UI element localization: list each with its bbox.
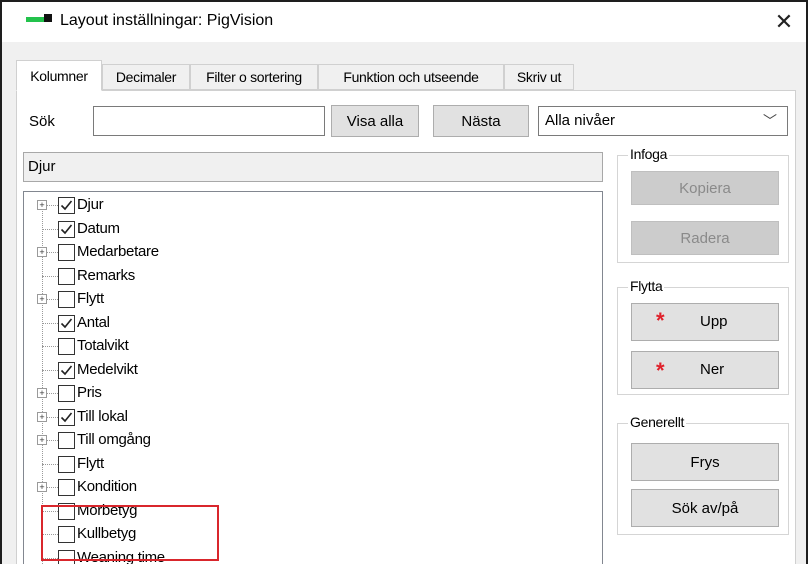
- item-checkbox[interactable]: [58, 408, 75, 426]
- insert-group-title: Infoga: [628, 146, 670, 162]
- item-checkbox[interactable]: [58, 291, 75, 308]
- move-group-title: Flytta: [628, 278, 665, 294]
- move-up-label: Upp: [700, 313, 728, 330]
- tree-item-label: Totalvikt: [77, 337, 129, 354]
- pigvision-app-icon: [26, 14, 52, 26]
- expand-plus-icon[interactable]: +: [37, 247, 47, 257]
- item-checkbox[interactable]: [58, 338, 75, 355]
- general-group-title: Generellt: [628, 414, 687, 430]
- tree-item[interactable]: Totalvikt: [24, 335, 602, 358]
- tree-item[interactable]: Flytt: [24, 453, 602, 476]
- tree-item-label: Remarks: [77, 266, 135, 284]
- checkmark-icon: [60, 317, 73, 328]
- checkmark-icon: [60, 200, 73, 211]
- item-checkbox[interactable]: [58, 361, 75, 379]
- tree-item-label: Flytt: [77, 454, 104, 472]
- tab-funktion-utseende[interactable]: Funktion och utseende: [318, 64, 504, 90]
- tree-item[interactable]: + Djur: [24, 194, 602, 217]
- tree-item-label: Antal: [77, 313, 110, 331]
- item-checkbox[interactable]: [58, 385, 75, 402]
- tree-item-label: Medelvikt: [77, 360, 138, 378]
- tree-item[interactable]: + Till lokal: [24, 406, 602, 429]
- dialog-window: Layout inställningar: PigVision ✕ Kolumn…: [0, 0, 808, 564]
- tree-item-label: Djur: [77, 196, 104, 213]
- move-down-button[interactable]: * Ner: [631, 351, 779, 389]
- selected-path-display: Djur: [23, 152, 603, 182]
- level-select-value: Alla nivåer: [545, 112, 616, 129]
- search-label: Sök: [29, 113, 55, 130]
- search-input[interactable]: [93, 106, 325, 136]
- chevron-down-icon: ﹀: [763, 113, 777, 129]
- item-checkbox[interactable]: [58, 244, 75, 261]
- search-toggle-button[interactable]: Sök av/på: [631, 489, 779, 527]
- item-checkbox[interactable]: [58, 197, 75, 214]
- expand-plus-icon[interactable]: +: [37, 200, 47, 210]
- tree-connector-line: [42, 346, 58, 347]
- tree-item[interactable]: Antal: [24, 312, 602, 335]
- tree-item[interactable]: Remarks: [24, 265, 602, 288]
- window-title: Layout inställningar: PigVision: [60, 12, 274, 29]
- next-button[interactable]: Nästa: [433, 105, 529, 137]
- item-checkbox[interactable]: [58, 220, 75, 238]
- tree-item[interactable]: + Pris: [24, 382, 602, 405]
- tree-connector-line: [42, 369, 58, 371]
- level-select[interactable]: Alla nivåer ﹀: [538, 106, 788, 136]
- tree-item-label: Kondition: [77, 478, 137, 495]
- tab-decimaler[interactable]: Decimaler: [102, 64, 190, 90]
- show-all-button[interactable]: Visa alla: [331, 105, 419, 137]
- copy-button[interactable]: Kopiera: [631, 171, 779, 205]
- tree-item[interactable]: + Kondition: [24, 476, 602, 499]
- tree-item-label: Till omgång: [77, 431, 151, 448]
- tab-kolumner[interactable]: Kolumner: [16, 60, 102, 91]
- selected-path-text: Djur: [28, 158, 56, 175]
- item-checkbox[interactable]: [58, 432, 75, 449]
- close-icon[interactable]: ✕: [770, 8, 798, 36]
- highlight-box: [41, 505, 219, 561]
- move-down-label: Ner: [700, 361, 725, 378]
- expand-plus-icon[interactable]: +: [37, 294, 47, 304]
- tab-skriv-ut[interactable]: Skriv ut: [504, 64, 574, 90]
- checkmark-icon: [60, 223, 73, 234]
- tree-item[interactable]: Medelvikt: [24, 359, 602, 382]
- tree-item-label: Flytt: [77, 290, 104, 307]
- tab-filter-sortering[interactable]: Filter o sortering: [190, 64, 318, 90]
- expand-plus-icon[interactable]: +: [37, 411, 47, 422]
- freeze-button[interactable]: Frys: [631, 443, 779, 481]
- tree-item[interactable]: + Till omgång: [24, 429, 602, 452]
- item-checkbox[interactable]: [58, 314, 75, 332]
- tree-item[interactable]: + Medarbetare: [24, 241, 602, 264]
- tree-connector-line: [42, 275, 58, 277]
- checkmark-icon: [60, 411, 73, 422]
- tree-connector-line: [42, 463, 58, 465]
- tree-connector-line: [42, 322, 58, 324]
- item-checkbox[interactable]: [58, 455, 75, 473]
- asterisk-icon: *: [656, 308, 665, 333]
- tab-strip: Kolumner Decimaler Filter o sortering Fu…: [16, 60, 576, 91]
- move-up-button[interactable]: * Upp: [631, 303, 779, 341]
- expand-plus-icon[interactable]: +: [37, 482, 47, 492]
- title-bar[interactable]: Layout inställningar: PigVision ✕: [2, 2, 806, 42]
- tree-item-label: Datum: [77, 219, 120, 237]
- tree-item-label: Medarbetare: [77, 243, 159, 260]
- checkmark-icon: [60, 364, 73, 375]
- delete-button[interactable]: Radera: [631, 221, 779, 255]
- expand-plus-icon[interactable]: +: [37, 388, 47, 398]
- tree-connector-line: [42, 228, 58, 230]
- item-checkbox[interactable]: [58, 479, 75, 496]
- tree-item-label: Pris: [77, 384, 102, 401]
- item-checkbox[interactable]: [58, 267, 75, 285]
- expand-plus-icon[interactable]: +: [37, 435, 47, 445]
- tab-page-kolumner: Sök Visa alla Nästa Alla nivåer ﹀ Djur +…: [16, 90, 796, 564]
- tree-item-label: Till lokal: [77, 407, 128, 425]
- tree-item[interactable]: Datum: [24, 218, 602, 241]
- tree-item[interactable]: + Flytt: [24, 288, 602, 311]
- asterisk-icon: *: [656, 358, 665, 383]
